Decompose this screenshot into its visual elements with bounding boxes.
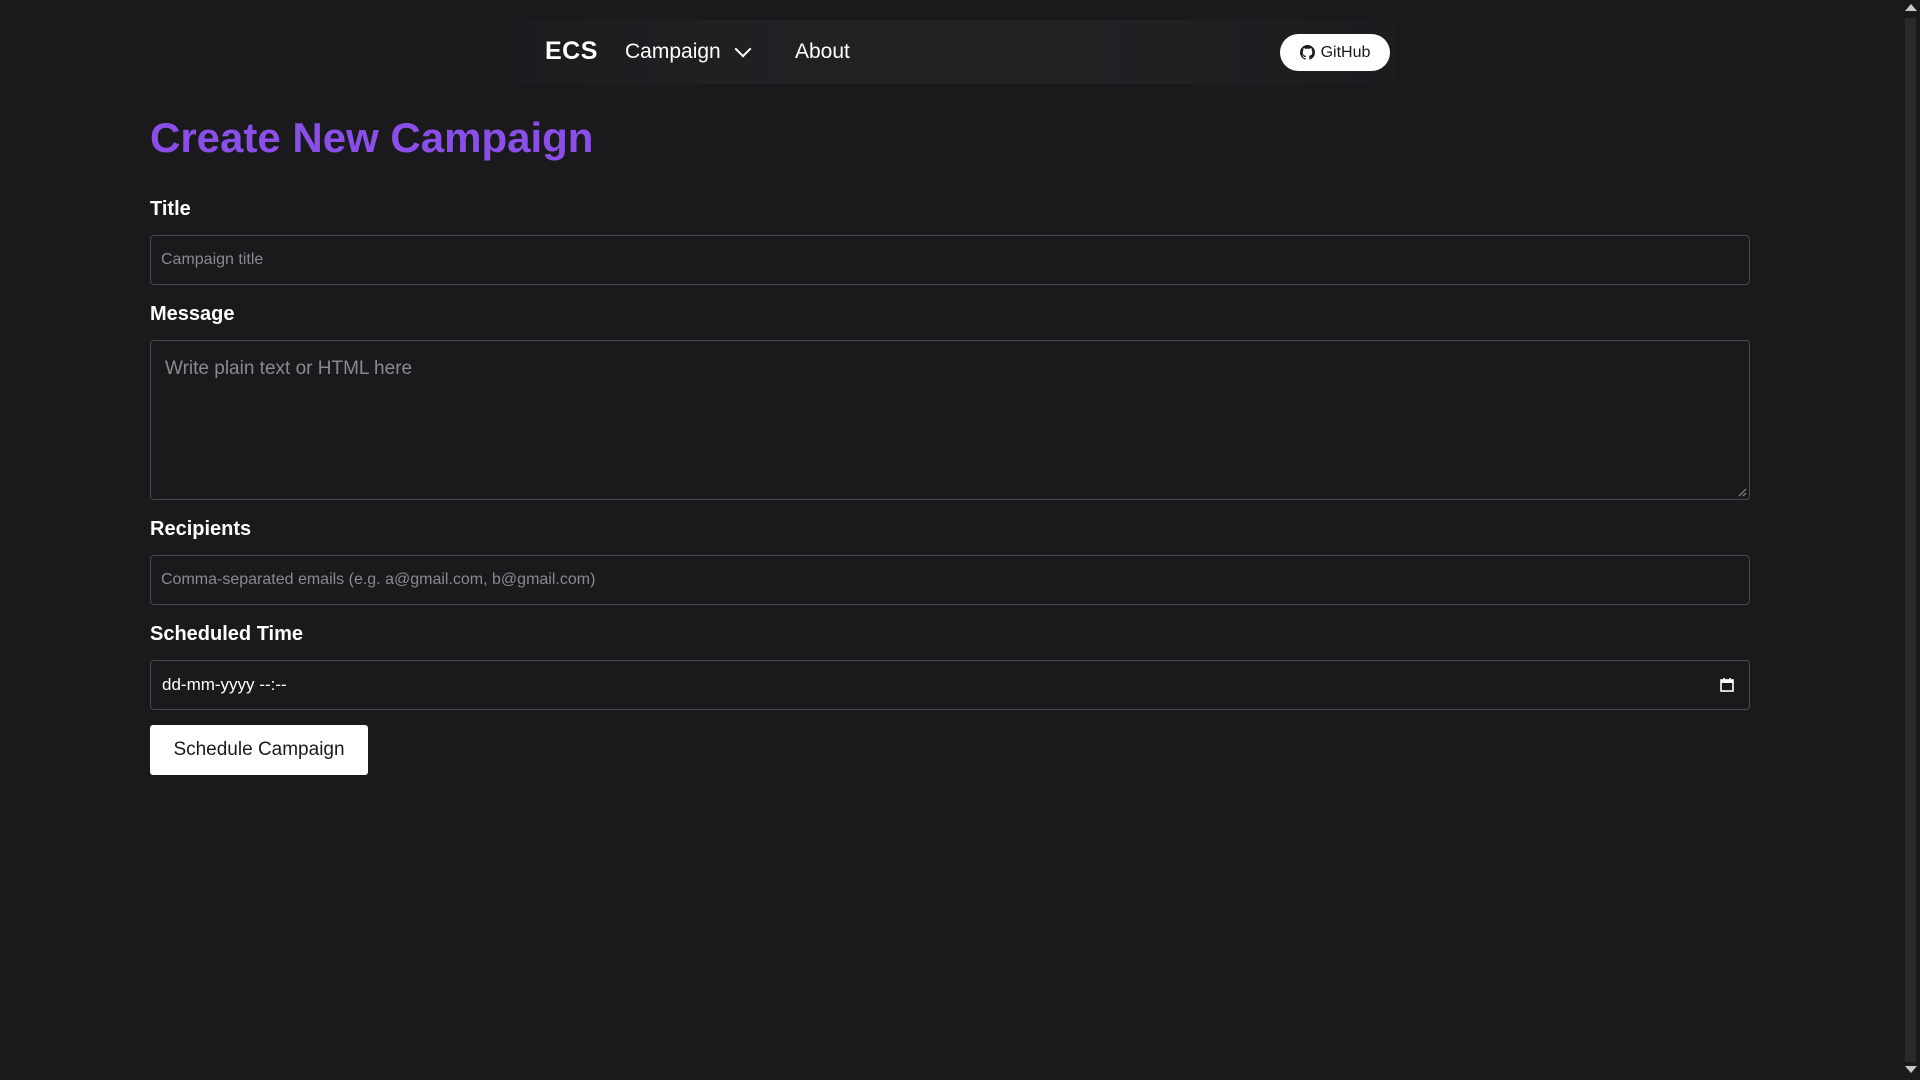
calendar-icon[interactable] — [1719, 677, 1735, 693]
brand-logo[interactable]: ECS — [545, 37, 598, 66]
github-button[interactable]: GitHub — [1280, 34, 1390, 71]
nav-about-label: About — [795, 40, 850, 63]
nav-campaign-dropdown[interactable]: Campaign — [625, 40, 752, 64]
scheduled-time-input[interactable]: dd-mm-yyyy --:-- — [150, 660, 1750, 710]
navbar: ECS Campaign About GitHub — [495, 20, 1395, 84]
scheduled-time-label: Scheduled Time — [150, 623, 304, 645]
schedule-campaign-button[interactable]: Schedule Campaign — [150, 725, 368, 775]
vertical-scrollbar[interactable] — [1901, 0, 1920, 1080]
nav-about-link[interactable]: About — [795, 40, 850, 64]
github-label: GitHub — [1320, 43, 1371, 61]
page-title: Create New Campaign — [150, 114, 594, 161]
message-label: Message — [150, 303, 235, 325]
recipients-label: Recipients — [150, 518, 252, 540]
github-icon — [1299, 45, 1315, 60]
title-input[interactable] — [150, 235, 1750, 285]
recipients-input[interactable] — [150, 555, 1750, 605]
message-textarea[interactable] — [150, 340, 1750, 500]
resize-grip-icon[interactable] — [1738, 488, 1747, 497]
scroll-thumb[interactable] — [1905, 18, 1916, 1062]
scheduled-time-value: dd-mm-yyyy --:-- — [162, 675, 287, 694]
scroll-up-icon[interactable] — [1905, 4, 1917, 11]
app-viewport: ECS Campaign About GitHub Create New Cam… — [0, 0, 1901, 1080]
chevron-down-icon — [734, 40, 752, 58]
nav-campaign-label: Campaign — [625, 40, 721, 63]
scroll-down-icon[interactable] — [1905, 1066, 1917, 1073]
title-label: Title — [150, 198, 191, 220]
